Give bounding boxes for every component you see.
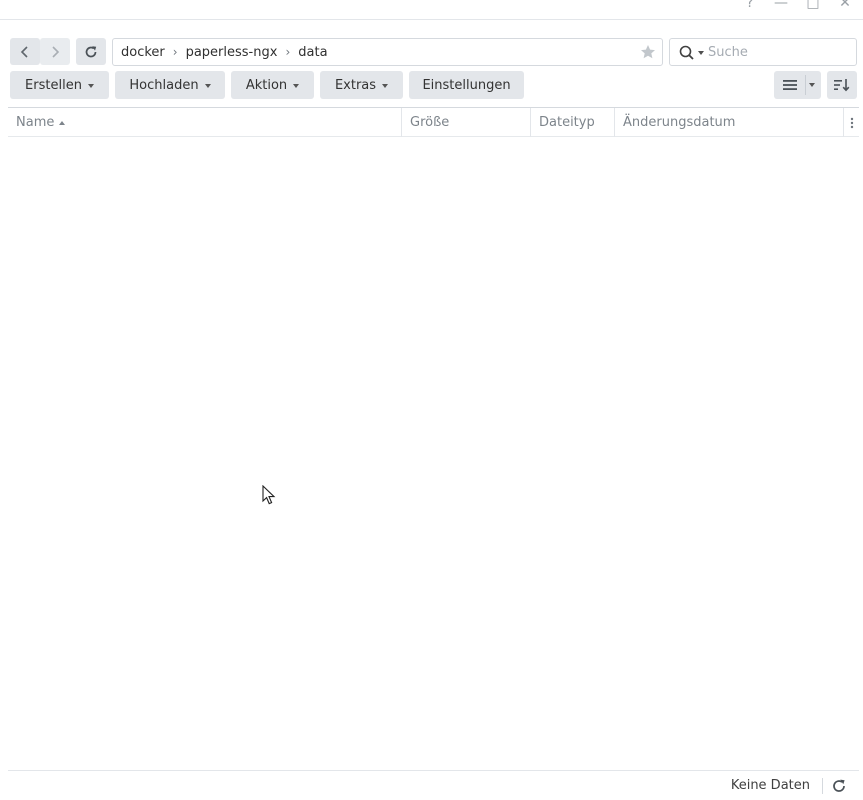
forward-button[interactable] <box>40 38 70 65</box>
column-header-name-label: Name <box>16 115 55 130</box>
title-bar: ? — □ ✕ <box>0 0 863 20</box>
list-view-icon <box>782 80 797 90</box>
extras-button-label: Extras <box>334 77 377 93</box>
mouse-cursor-icon <box>262 485 276 505</box>
settings-button[interactable]: Einstellungen <box>409 71 524 99</box>
action-button-label: Aktion <box>245 77 288 93</box>
create-button[interactable]: Erstellen <box>10 71 109 99</box>
refresh-icon <box>85 45 97 57</box>
minimize-button[interactable]: — <box>772 0 790 14</box>
column-header-size[interactable]: Größe <box>402 108 530 137</box>
create-button-label: Erstellen <box>25 77 82 93</box>
sort-button[interactable] <box>827 71 857 99</box>
sort-ascending-icon <box>59 120 66 125</box>
chevron-down-icon <box>293 83 300 88</box>
breadcrumb-paperless-ngx[interactable]: paperless-ngx <box>186 45 278 60</box>
more-vertical-icon <box>850 117 853 128</box>
extras-button[interactable]: Extras <box>320 71 403 99</box>
chevron-right-icon <box>52 45 60 58</box>
close-button[interactable]: ✕ <box>836 0 854 14</box>
chevron-down-icon[interactable] <box>809 83 815 87</box>
upload-button[interactable]: Hochladen <box>115 71 225 99</box>
back-button[interactable] <box>10 38 40 65</box>
action-button[interactable]: Aktion <box>231 71 314 99</box>
chevron-left-icon <box>20 45 28 58</box>
settings-button-label: Einstellungen <box>422 77 511 93</box>
column-header-name[interactable]: Name <box>8 108 401 137</box>
chevron-down-icon <box>204 83 211 88</box>
breadcrumb-data[interactable]: data <box>298 45 327 60</box>
refresh-button[interactable] <box>76 38 106 65</box>
search-options-caret-icon[interactable] <box>698 51 704 55</box>
column-header-modified[interactable]: Änderungsdatum <box>615 108 843 137</box>
chevron-down-icon <box>382 83 389 88</box>
action-toolbar: Erstellen Hochladen Aktion Extras Einste… <box>0 71 863 99</box>
help-button[interactable]: ? <box>741 0 759 14</box>
list-view-button[interactable] <box>774 71 805 99</box>
path-bar[interactable]: docker › paperless-ngx › data <box>112 38 663 66</box>
breadcrumb-separator: › <box>172 45 178 59</box>
star-icon[interactable] <box>640 44 656 60</box>
column-header-modified-label: Änderungsdatum <box>623 115 736 130</box>
upload-button-label: Hochladen <box>129 77 199 93</box>
view-divider <box>805 75 806 95</box>
column-header-filetype[interactable]: Dateityp <box>531 108 614 137</box>
navigation-bar: docker › paperless-ngx › data <box>0 37 863 67</box>
status-divider <box>822 778 823 794</box>
status-text: Keine Daten <box>730 778 810 793</box>
view-mode-switcher[interactable] <box>774 71 821 99</box>
maximize-button[interactable]: □ <box>804 0 822 14</box>
breadcrumb-separator: › <box>285 45 291 59</box>
status-bar: Keine Daten <box>8 770 859 800</box>
column-header-filetype-label: Dateityp <box>539 115 595 130</box>
search-icon[interactable] <box>679 45 695 61</box>
refresh-icon[interactable] <box>831 778 847 794</box>
search-box[interactable] <box>669 38 857 66</box>
sort-icon <box>834 79 850 92</box>
file-list-body[interactable] <box>8 137 859 770</box>
search-input[interactable] <box>708 43 848 61</box>
chevron-down-icon <box>87 83 94 88</box>
file-list-header: Name Größe Dateityp Änderungsdatum <box>8 107 859 137</box>
column-menu-button[interactable] <box>844 108 859 137</box>
breadcrumb-docker[interactable]: docker <box>121 45 165 60</box>
column-header-size-label: Größe <box>410 115 450 130</box>
